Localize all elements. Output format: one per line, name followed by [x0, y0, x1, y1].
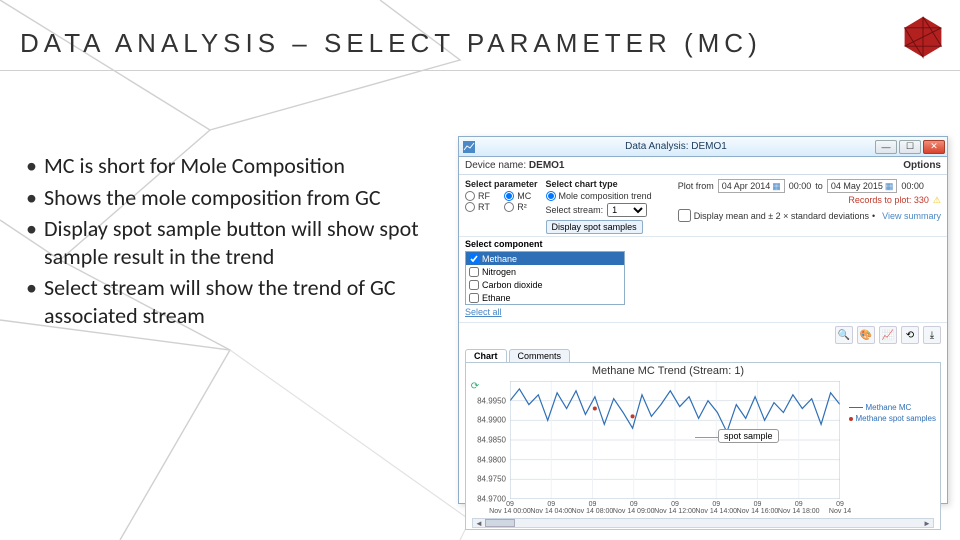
- component-item-nitrogen[interactable]: Nitrogen: [466, 265, 624, 278]
- scroll-thumb[interactable]: [485, 519, 515, 527]
- brand-logo: [900, 14, 946, 60]
- display-spot-samples-button[interactable]: Display spot samples: [546, 220, 643, 234]
- select-chart-type-label: Select chart type: [546, 179, 652, 189]
- select-parameter-group: Select parameter RF MC RT R²: [465, 179, 538, 234]
- chart-svg: [510, 381, 840, 499]
- scroll-left-arrow[interactable]: ◄: [473, 519, 485, 528]
- bullet-item: Select stream will show the trend of GC …: [26, 274, 446, 329]
- device-bar: Device name: DEMO1 Options: [459, 157, 947, 175]
- param-mc-radio[interactable]: MC: [504, 191, 537, 201]
- export-icon[interactable]: ⤓: [923, 326, 941, 344]
- tab-comments[interactable]: Comments: [509, 349, 571, 362]
- plot-from-label: Plot from: [678, 181, 714, 191]
- component-item-methane[interactable]: Methane: [466, 252, 624, 265]
- maximize-button[interactable]: ☐: [899, 140, 921, 154]
- chart-y-axis: 84.970084.975084.980084.985084.990084.99…: [466, 381, 508, 499]
- component-item-ethane[interactable]: Ethane: [466, 291, 624, 304]
- options-panel: Plot from 04 Apr 2014▦ 00:00 to 04 May 2…: [678, 179, 941, 234]
- minimize-button[interactable]: —: [875, 140, 897, 154]
- window-title: Data Analysis: DEMO1: [479, 141, 873, 152]
- bullet-item: Shows the mole composition from GC: [26, 184, 446, 212]
- device-label: Device name:: [465, 160, 526, 171]
- records-to-plot: Records to plot: 330: [678, 195, 941, 206]
- select-all-link[interactable]: Select all: [465, 307, 502, 317]
- chart-annotation: spot sample: [718, 429, 779, 443]
- select-component-group: Select component Methane Nitrogen Carbon…: [459, 237, 947, 323]
- time-from: 00:00: [789, 181, 812, 191]
- bullet-item: Display spot sample button will show spo…: [26, 215, 446, 270]
- chart-title: Methane MC Trend (Stream: 1): [466, 365, 870, 377]
- display-mean-label: Display mean and ± 2 × standard deviatio…: [694, 211, 869, 221]
- component-list[interactable]: Methane Nitrogen Carbon dioxide Ethane: [465, 251, 625, 305]
- select-chart-type-group: Select chart type Mole composition trend…: [546, 179, 652, 234]
- title-divider: [0, 70, 960, 71]
- chart-plot-area: spot sample: [510, 381, 840, 499]
- reset-axes-icon[interactable]: ⟲: [901, 326, 919, 344]
- tab-chart[interactable]: Chart: [465, 349, 507, 362]
- chart-horizontal-scrollbar[interactable]: ◄ ►: [472, 518, 934, 528]
- titlebar: Data Analysis: DEMO1 — ☐ ✕: [459, 137, 947, 157]
- param-rt-radio[interactable]: RT: [465, 202, 496, 212]
- chart-toolbar: 🔍 🎨 📈 ⟲ ⤓: [459, 323, 947, 347]
- date-to-input[interactable]: 04 May 2015▦: [827, 179, 898, 193]
- slide-bullets: MC is short for Mole Composition Shows t…: [26, 152, 446, 333]
- select-parameter-label: Select parameter: [465, 179, 538, 189]
- bullet-item: MC is short for Mole Composition: [26, 152, 446, 180]
- chart-panel: Methane MC Trend (Stream: 1) ⟳ 84.970084…: [465, 362, 941, 530]
- close-button[interactable]: ✕: [923, 140, 945, 154]
- view-summary-link[interactable]: View summary: [882, 211, 941, 221]
- time-to: 00:00: [901, 181, 924, 191]
- chart-type-radio[interactable]: Mole composition trend: [546, 191, 652, 201]
- select-stream-label: Select stream:: [546, 205, 604, 215]
- palette-icon[interactable]: 🎨: [857, 326, 875, 344]
- app-window: Data Analysis: DEMO1 — ☐ ✕ Device name: …: [458, 136, 948, 504]
- to-label: to: [815, 181, 823, 191]
- app-icon: [463, 141, 475, 153]
- param-rf-radio[interactable]: RF: [465, 191, 496, 201]
- scroll-right-arrow[interactable]: ►: [921, 519, 933, 528]
- zoom-icon[interactable]: 🔍: [835, 326, 853, 344]
- param-r2-radio[interactable]: R²: [504, 202, 537, 212]
- calendar-icon: ▦: [885, 181, 894, 192]
- select-component-label: Select component: [465, 239, 941, 249]
- date-from-input[interactable]: 04 Apr 2014▦: [718, 179, 785, 193]
- chart-legend: Methane MC Methane spot samples: [849, 403, 937, 425]
- component-item-co2[interactable]: Carbon dioxide: [466, 278, 624, 291]
- chart-line-icon[interactable]: 📈: [879, 326, 897, 344]
- display-mean-checkbox[interactable]: [678, 209, 691, 222]
- stream-select[interactable]: 1: [607, 203, 647, 217]
- calendar-icon: ▦: [772, 181, 781, 192]
- slide-title: Data Analysis – Select Parameter (mc): [20, 28, 762, 59]
- device-name: DEMO1: [529, 160, 565, 171]
- options-label: Options: [903, 160, 941, 171]
